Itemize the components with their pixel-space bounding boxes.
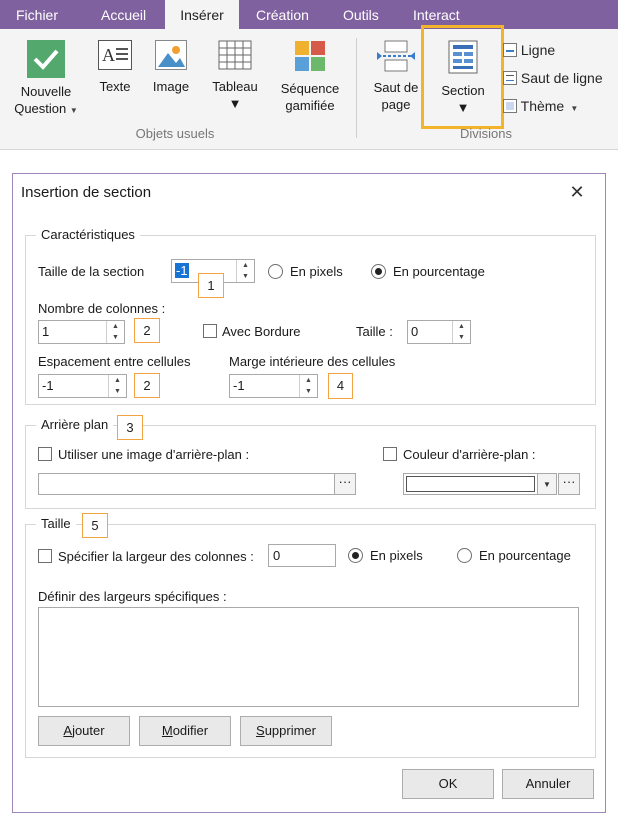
sequence-gamifiee-button[interactable]: Séquence gamifiée	[273, 40, 347, 114]
avec-bordure-checkbox[interactable]	[203, 324, 217, 338]
spin-down-icon: ▼	[305, 388, 312, 395]
spin-up-icon: ▲	[242, 262, 249, 269]
ok-button[interactable]: OK	[402, 769, 494, 799]
line-break-icon	[503, 71, 517, 85]
chevron-down-icon[interactable]: ▼	[537, 473, 557, 495]
taille-section-label: Taille de la section	[38, 264, 145, 279]
espacement-spinner[interactable]: -1 ▲ ▼	[38, 374, 127, 398]
specifier-largeur-label: Spécifier la largeur des colonnes :	[58, 549, 254, 564]
theme-icon	[503, 99, 517, 113]
theme-button[interactable]: Thème ▼	[503, 96, 578, 116]
marge-spinner[interactable]: -1 ▲ ▼	[229, 374, 318, 398]
spin-up-icon: ▲	[458, 323, 465, 330]
radio-en-pixels[interactable]	[268, 264, 283, 279]
radio-taille-en-pixels-label: En pixels	[370, 548, 423, 563]
text-icon: A	[98, 40, 132, 70]
ligne-button[interactable]: Ligne	[503, 40, 555, 60]
texte-button[interactable]: A Texte	[92, 40, 138, 95]
spin-down-icon: ▼	[458, 334, 465, 341]
nb-colonnes-spinner[interactable]: 1 ▲ ▼	[38, 320, 125, 344]
spin-down-icon: ▼	[112, 334, 119, 341]
legend-caracteristiques: Caractéristiques	[36, 227, 140, 242]
more-colors-button[interactable]: ···	[558, 473, 580, 495]
tab-fichier[interactable]: Fichier	[4, 0, 70, 29]
table-icon	[218, 40, 252, 70]
specifier-largeur-checkbox[interactable]	[38, 549, 52, 563]
largeur-colonnes-input[interactable]: 0	[268, 544, 336, 567]
ajouter-button[interactable]: Ajouter	[38, 716, 130, 746]
nb-colonnes-label: Nombre de colonnes :	[38, 301, 166, 316]
svg-text:A: A	[102, 45, 115, 65]
supprimer-button[interactable]: Supprimer	[240, 716, 332, 746]
tableau-button[interactable]: Tableau ▼	[205, 40, 265, 112]
section-highlight-frame	[421, 25, 504, 129]
largeurs-list[interactable]	[38, 607, 579, 707]
close-icon[interactable]: ✕	[566, 181, 588, 203]
radio-taille-en-pixels[interactable]	[348, 548, 363, 563]
taille-spinner[interactable]: 0 ▲ ▼	[407, 320, 471, 344]
tab-creation[interactable]: Création	[244, 0, 321, 29]
group-label-objets-usuels: Objets usuels	[135, 126, 215, 141]
saut-de-page-button[interactable]: Saut de page	[366, 40, 426, 113]
check-icon	[27, 40, 65, 78]
annotation-badge-5: 5	[82, 513, 108, 538]
tab-inserer[interactable]: Insérer	[165, 0, 239, 29]
couleur-arriere-plan-select[interactable]	[403, 473, 538, 495]
image-arriere-plan-checkbox[interactable]	[38, 447, 52, 461]
group-separator	[356, 38, 357, 138]
avec-bordure-label: Avec Bordure	[222, 324, 301, 339]
browse-image-button[interactable]: ···	[334, 473, 356, 495]
chevron-down-icon: ▼	[568, 104, 579, 113]
definir-largeurs-label: Définir des largeurs spécifiques :	[38, 589, 227, 604]
saut-de-ligne-button[interactable]: Saut de ligne	[503, 68, 603, 88]
image-arriere-plan-input[interactable]	[38, 473, 335, 495]
annotation-badge-4: 4	[328, 373, 353, 399]
legend-taille: Taille	[36, 516, 76, 531]
radio-en-pixels-label: En pixels	[290, 264, 343, 279]
radio-taille-en-pourcentage[interactable]	[457, 548, 472, 563]
spin-up-icon: ▲	[305, 377, 312, 384]
modifier-button[interactable]: Modifier	[139, 716, 231, 746]
tab-outils[interactable]: Outils	[331, 0, 391, 29]
dialog-title: Insertion de section	[21, 184, 152, 201]
espacement-label: Espacement entre cellules	[38, 354, 191, 369]
color-swatch	[406, 476, 535, 492]
annotation-badge-2b: 2	[134, 373, 160, 398]
radio-en-pourcentage-label: En pourcentage	[393, 264, 485, 279]
annuler-button[interactable]: Annuler	[502, 769, 594, 799]
annotation-badge-1: 1	[198, 273, 224, 298]
fieldset-arriere-plan	[25, 425, 596, 509]
taille-label: Taille :	[356, 324, 393, 339]
nouvelle-question-button[interactable]: Nouvelle Question ▼	[8, 40, 84, 119]
picture-icon	[155, 40, 187, 70]
tab-accueil[interactable]: Accueil	[89, 0, 158, 29]
annotation-badge-3: 3	[117, 415, 143, 440]
page-break-icon	[376, 40, 416, 72]
legend-arriere-plan: Arrière plan	[36, 417, 114, 432]
radio-en-pourcentage[interactable]	[371, 264, 386, 279]
annotation-badge-2: 2	[134, 318, 160, 343]
group-label-divisions: Divisions	[459, 126, 512, 141]
couleur-arriere-plan-checkbox[interactable]	[383, 447, 397, 461]
spin-down-icon: ▼	[114, 388, 121, 395]
spin-up-icon: ▲	[114, 377, 121, 384]
couleur-arriere-plan-label: Couleur d'arrière-plan :	[403, 447, 536, 462]
line-icon	[503, 43, 517, 57]
spin-down-icon: ▼	[242, 273, 249, 280]
gamified-sequence-icon	[294, 40, 326, 72]
radio-taille-en-pourcentage-label: En pourcentage	[479, 548, 571, 563]
marge-label: Marge intérieure des cellules	[229, 354, 396, 369]
image-button[interactable]: Image	[147, 40, 195, 95]
image-arriere-plan-label: Utiliser une image d'arrière-plan :	[58, 447, 250, 462]
spin-up-icon: ▲	[112, 323, 119, 330]
